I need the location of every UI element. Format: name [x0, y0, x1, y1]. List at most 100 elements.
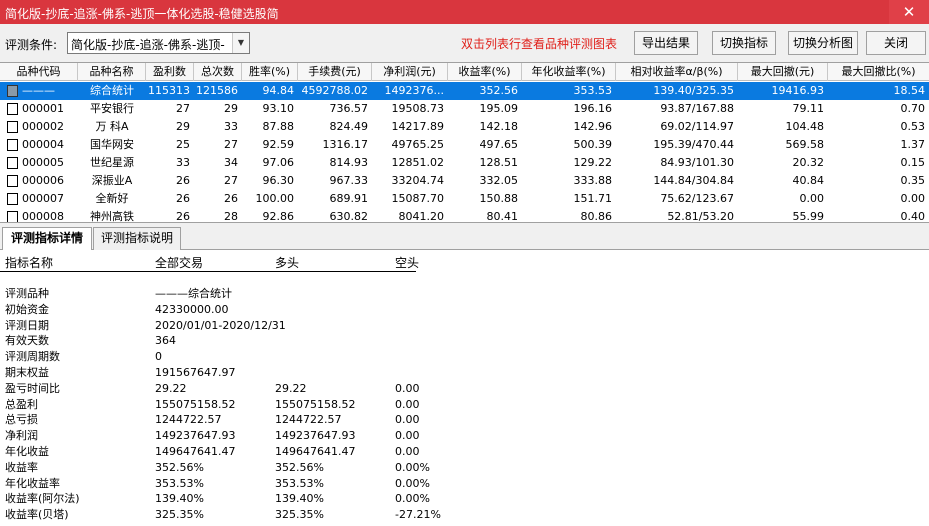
- cell-fee: 4592788.02: [301, 84, 368, 97]
- table-row[interactable]: 000004 国华网安 25 27 92.59 1316.17 49765.25 497.65…: [0, 136, 929, 154]
- cell-max-dd: 104.48: [785, 120, 825, 133]
- detail-cell-name: 年化收益: [5, 445, 49, 458]
- close-button[interactable]: 关闭: [866, 31, 926, 55]
- cell-alpha-beta: 144.84/304.84: [653, 174, 734, 187]
- cell-net-profit: 12851.02: [391, 156, 445, 169]
- col-fee[interactable]: 手续费(元): [298, 63, 372, 81]
- detail-cell-name: 期末权益: [5, 366, 49, 379]
- divider: [0, 222, 929, 223]
- detail-row: 评测日期 2020/01/01-2020/12/31: [0, 318, 600, 333]
- col-name[interactable]: 品种名称: [78, 63, 146, 81]
- chevron-down-icon[interactable]: ▼: [232, 33, 249, 53]
- detail-row: 净利润 149237647.93 149237647.93 0.00: [0, 428, 600, 443]
- cell-name: 平安银行: [90, 102, 134, 115]
- cell-alpha-beta: 75.62/123.67: [660, 192, 734, 205]
- table-row[interactable]: 000005 世纪星源 33 34 97.06 814.93 12851.02 128.51 1…: [0, 154, 929, 172]
- toolbar: 评测条件: 简化版-抄底-追涨-佛系-逃顶- ▼ 双击列表行查看品种评测图表 导…: [0, 24, 929, 62]
- detail-cell-short: -27.21%: [395, 508, 441, 522]
- detail-cell-short: 0.00%: [395, 460, 430, 474]
- detail-cell-all: ———综合统计: [155, 287, 232, 300]
- cell-annual-return: 129.22: [573, 156, 613, 169]
- table-row[interactable]: ——— 综合统计 115313 121586 94.84 4592788.02 149237…: [0, 82, 929, 100]
- detail-cell-short: 0.00: [395, 445, 420, 458]
- cell-wins: 25: [176, 138, 190, 151]
- export-results-button[interactable]: 导出结果: [634, 31, 698, 55]
- cell-total: 34: [224, 156, 238, 169]
- cell-win-rate: 96.30: [262, 174, 295, 187]
- tab-bar: 评测指标详情 评测指标说明: [0, 224, 929, 251]
- cell-alpha-beta: 84.93/101.30: [660, 156, 734, 169]
- col-max-drawdown-ratio[interactable]: 最大回撤比(%): [828, 63, 929, 81]
- detail-cell-all: 0: [155, 350, 162, 364]
- table-row[interactable]: 000006 深振业A 26 27 96.30 967.33 33204.74 332.05 3…: [0, 172, 929, 190]
- tab-indicator-details[interactable]: 评测指标详情: [2, 227, 92, 251]
- switch-chart-button[interactable]: 切换分析图: [788, 31, 858, 55]
- condition-label: 评测条件:: [5, 38, 58, 52]
- cell-net-profit: 49765.25: [391, 138, 445, 151]
- tab-indicator-explain[interactable]: 评测指标说明: [93, 227, 181, 250]
- detail-row: 评测品种 ———综合统计: [0, 286, 600, 301]
- condition-select[interactable]: 简化版-抄底-追涨-佛系-逃顶- ▼: [67, 32, 250, 54]
- detail-cell-long: 149237647.93: [275, 429, 356, 443]
- table-row[interactable]: 000002 万 科A 29 33 87.88 824.49 14217.89 142.18 1…: [0, 118, 929, 136]
- cell-max-dd: 19416.93: [771, 84, 825, 97]
- detail-cell-all: 191567647.97: [155, 366, 236, 379]
- col-code[interactable]: 品种代码: [0, 63, 78, 81]
- cell-max-dd-ratio: 0.53: [900, 120, 926, 133]
- table-row[interactable]: 000007 全新好 26 26 100.00 689.91 15087.70 150.88 1…: [0, 190, 929, 208]
- detail-cell-name: 评测日期: [5, 318, 49, 332]
- detail-row: 有效天数 364: [0, 333, 600, 348]
- detail-cell-all: 149237647.93: [155, 429, 236, 443]
- detail-cell-name: 总盈利: [5, 397, 38, 411]
- cell-name: 世纪星源: [90, 156, 134, 169]
- cell-code: 000002: [22, 120, 64, 133]
- cell-total: 26: [224, 192, 238, 205]
- results-table[interactable]: 品种代码 品种名称 盈利数 总次数 胜率(%) 手续费(元) 净利润(元) 收益…: [0, 62, 929, 223]
- col-net-profit[interactable]: 净利润(元): [372, 63, 448, 81]
- cell-win-rate: 100.00: [255, 192, 295, 205]
- detail-cell-short: 0.00: [395, 413, 420, 427]
- detail-row: 总盈利 155075158.52 155075158.52 0.00: [0, 397, 600, 412]
- col-wins[interactable]: 盈利数: [146, 63, 194, 81]
- detail-cell-all: 29.22: [155, 381, 187, 395]
- cell-net-profit: 14217.89: [391, 120, 445, 133]
- detail-row: 盈亏时间比 29.22 29.22 0.00: [0, 381, 600, 396]
- col-alpha-beta[interactable]: 相对收益率α/β(%): [616, 63, 738, 81]
- detail-cell-name: 有效天数: [5, 334, 49, 348]
- detail-cell-name: 初始资金: [5, 302, 49, 316]
- table-header: 品种代码 品种名称 盈利数 总次数 胜率(%) 手续费(元) 净利润(元) 收益…: [0, 63, 929, 81]
- cell-net-profit: 33204.74: [391, 174, 445, 187]
- detail-cell-all: 353.53%: [155, 476, 204, 490]
- switch-indicator-button[interactable]: 切换指标: [712, 31, 776, 55]
- cell-fee: 967.33: [329, 174, 369, 187]
- col-win-rate[interactable]: 胜率(%): [242, 63, 298, 81]
- col-return[interactable]: 收益率(%): [448, 63, 522, 81]
- condition-select-value: 简化版-抄底-追涨-佛系-逃顶-: [71, 38, 225, 52]
- cell-return: 128.51: [479, 156, 519, 169]
- cell-code: 000005: [22, 156, 64, 169]
- detail-col-name: 指标名称: [5, 256, 54, 270]
- detail-row: 评测周期数 0: [0, 349, 600, 364]
- detail-header: 指标名称 全部交易 多头 空头: [0, 250, 419, 272]
- cell-alpha-beta: 139.40/325.35: [653, 84, 734, 97]
- cell-max-dd: 20.32: [792, 156, 825, 169]
- col-total[interactable]: 总次数: [194, 63, 242, 81]
- col-annual-return[interactable]: 年化收益率(%): [522, 63, 616, 81]
- table-row[interactable]: 000001 平安银行 27 29 93.10 736.57 19508.73 195.09 1…: [0, 100, 929, 118]
- detail-cell-name: 收益率: [5, 460, 38, 474]
- detail-cell-name: 总亏损: [5, 413, 38, 427]
- detail-cell-all: 155075158.52: [155, 397, 236, 411]
- detail-row: 收益率(贝塔) 325.35% 325.35% -27.21%: [0, 507, 600, 522]
- cell-win-rate: 94.84: [262, 84, 295, 97]
- cell-alpha-beta: 93.87/167.88: [660, 102, 734, 115]
- cell-return: 150.88: [479, 192, 519, 205]
- cell-code: 000007: [22, 192, 64, 205]
- cell-total: 27: [224, 138, 238, 151]
- cell-wins: 29: [176, 120, 190, 133]
- window-close-button[interactable]: ✕: [889, 0, 929, 24]
- detail-cell-name: 评测品种: [5, 287, 49, 300]
- cell-max-dd-ratio: 18.54: [893, 84, 926, 97]
- col-max-drawdown[interactable]: 最大回撤(元): [738, 63, 828, 81]
- detail-cell-short: 0.00: [395, 429, 420, 443]
- cell-fee: 814.93: [329, 156, 369, 169]
